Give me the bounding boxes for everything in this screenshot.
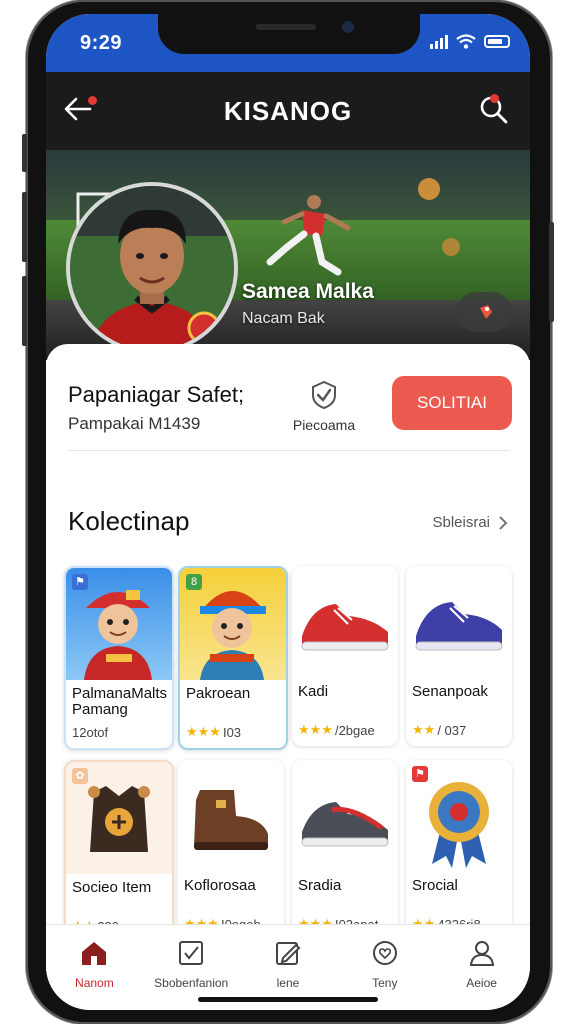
tab-label: Aeioe	[466, 976, 497, 990]
chevron-right-icon	[499, 515, 508, 530]
search-dot	[490, 94, 499, 103]
item-badge: 8	[186, 574, 202, 590]
item-name: Sradia	[298, 877, 342, 894]
grey-sneaker-illustration	[301, 802, 389, 847]
promo-check[interactable]: Piecoama	[292, 380, 356, 433]
star-icon: ★★★	[298, 722, 333, 737]
item-meta: ★★ / 037	[412, 722, 466, 738]
item-name: Pakroean	[186, 685, 251, 702]
front-camera	[342, 21, 354, 33]
item-name: PalmanaMalts Pamang	[72, 685, 168, 718]
see-all-label: Sbleisrai	[432, 514, 490, 531]
item-meta: ★★★ /2bgae	[298, 722, 375, 738]
home-icon	[82, 942, 107, 965]
item-meta: ★★★ I03	[186, 724, 241, 740]
item-image: ⚑	[406, 760, 512, 872]
item-meta-value: /2bgae	[334, 722, 375, 738]
status-bar: 9:29	[46, 14, 530, 72]
item-meta-value: 12otof	[72, 725, 109, 740]
collection-item[interactable]: ✿ Socieo Item ★★ 230	[64, 760, 174, 944]
collection-item[interactable]: 8 Pakroean ★★★ I03	[178, 566, 288, 750]
collection-title: Kolectinap	[68, 506, 190, 536]
item-name: Senanpoak	[412, 683, 488, 700]
content-card: Papaniagar Safet; Pampakai M1439 Piecoam…	[46, 344, 530, 944]
status-time: 9:29	[80, 32, 123, 54]
speaker	[256, 24, 316, 30]
promo-subtitle: Pampakai M1439	[68, 414, 201, 433]
app-bar: KISANOG	[46, 72, 530, 150]
item-name: Socieo Item	[72, 879, 152, 896]
volume-down-button	[22, 276, 27, 346]
home-indicator[interactable]	[198, 997, 378, 1002]
ball-icon	[442, 238, 460, 256]
collection-item[interactable]: ⚑ Srocial ★★ 4326ri8	[406, 760, 512, 940]
mute-switch	[22, 134, 27, 172]
heart-icon	[372, 941, 397, 965]
blue-sneaker-illustration	[415, 602, 503, 651]
brown-boot-illustration	[194, 790, 268, 850]
tab-label: lene	[276, 976, 300, 990]
item-meta-value: / 037	[437, 722, 467, 738]
player-portrait	[70, 186, 234, 350]
avatar	[66, 182, 238, 354]
status-icons	[430, 34, 510, 49]
screen: 9:29 KISANOG Samea Malka Nacam Bak Papan…	[46, 14, 530, 1010]
item-badge: ⚑	[72, 574, 88, 590]
collection-item[interactable]: ⚑ PalmanaMalts Pamang 12otof	[64, 566, 174, 750]
battery-icon	[484, 35, 510, 48]
player-illustration	[266, 195, 351, 276]
checkbox-icon	[179, 941, 204, 965]
star-icon: ★★	[412, 722, 436, 737]
hero-action-button[interactable]	[456, 292, 512, 332]
hero-banner: Samea Malka Nacam Bak	[46, 150, 530, 360]
see-all-link[interactable]: Sbleisrai	[432, 514, 508, 531]
edit-icon	[275, 942, 301, 965]
promo-title: Papaniagar Safet;	[68, 382, 245, 407]
item-image: 8	[180, 568, 286, 680]
item-meta: 12otof	[72, 725, 108, 740]
item-name: Srocial	[412, 877, 458, 894]
tab-label: Nanom	[75, 976, 114, 990]
tab-label: Sbobenfanion	[154, 976, 229, 990]
search-button[interactable]	[478, 94, 514, 130]
app-title: KISANOG	[223, 96, 353, 126]
profile-icon	[469, 941, 494, 966]
cta-button[interactable]: SOLITIAI	[392, 376, 512, 430]
collection-item[interactable]: Kadi ★★★ /2bgae	[292, 566, 398, 746]
red-sneaker-illustration	[301, 604, 389, 651]
volume-up-button	[22, 192, 27, 262]
item-meta-value: I03	[222, 724, 242, 740]
item-image	[292, 760, 398, 872]
tab-profile[interactable]: Aeioe	[433, 925, 530, 1010]
hero-subtitle: Nacam Bak	[242, 310, 325, 327]
item-image: ⚑	[66, 568, 172, 680]
item-badge: ⚑	[412, 766, 428, 782]
item-image: ✿	[66, 762, 172, 874]
item-name: Koflorosaa	[184, 877, 256, 894]
power-button	[549, 222, 554, 322]
ball-icon	[418, 178, 440, 200]
item-image	[406, 566, 512, 678]
hero-name: Samea Malka	[242, 280, 374, 303]
collection-item[interactable]: Koflorosaa ★★★ I0oqob	[178, 760, 284, 940]
wifi-icon	[456, 34, 476, 49]
collection-item[interactable]: Senanpoak ★★ / 037	[406, 566, 512, 746]
item-name: Kadi	[298, 683, 329, 700]
item-badge: ✿	[72, 768, 88, 784]
promo-check-label: Piecoama	[292, 417, 356, 433]
shield-check-icon	[312, 380, 336, 410]
signal-icon	[430, 34, 448, 49]
tag-icon	[480, 305, 492, 319]
tab-label: Teny	[372, 976, 398, 990]
tab-home[interactable]: Nanom	[46, 925, 143, 1010]
notch	[158, 14, 420, 54]
item-image	[292, 566, 398, 678]
collection-item[interactable]: Sradia ★★★ I02anat	[292, 760, 398, 940]
item-image	[178, 760, 284, 872]
divider	[68, 450, 510, 451]
star-icon: ★★★	[186, 724, 221, 739]
